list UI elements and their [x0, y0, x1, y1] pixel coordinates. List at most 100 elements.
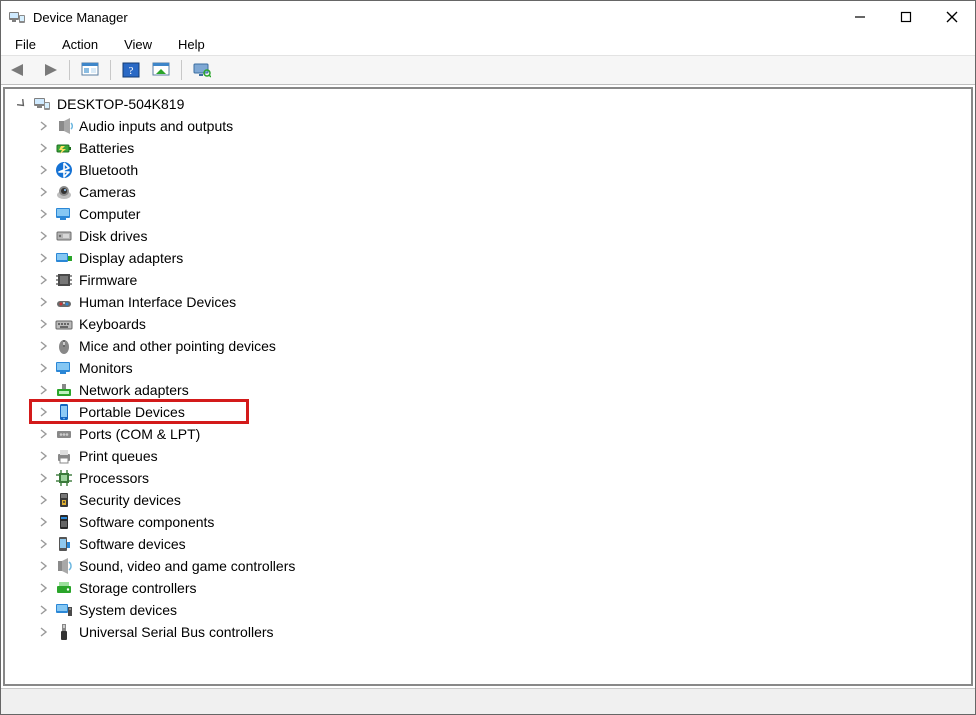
- expander-icon[interactable]: [37, 449, 51, 463]
- toolbar-back-button[interactable]: [5, 58, 33, 82]
- tree-node[interactable]: Software devices: [9, 533, 971, 555]
- tree-node[interactable]: Universal Serial Bus controllers: [9, 621, 971, 643]
- sound-icon: [55, 557, 73, 575]
- toolbar-showhide-button[interactable]: [76, 58, 104, 82]
- toolbar-monitor-button[interactable]: [188, 58, 216, 82]
- menu-view[interactable]: View: [118, 35, 158, 54]
- tree-node[interactable]: Batteries: [9, 137, 971, 159]
- expander-icon[interactable]: [37, 493, 51, 507]
- expander-icon[interactable]: [37, 229, 51, 243]
- tree-root-node[interactable]: DESKTOP-504K819: [9, 93, 971, 115]
- expander-icon[interactable]: [15, 97, 29, 111]
- tree-node-label: Cameras: [79, 181, 136, 203]
- software-device-icon: [55, 535, 73, 553]
- printer-icon: [55, 447, 73, 465]
- tree-node-label: Mice and other pointing devices: [79, 335, 276, 357]
- software-component-icon: [55, 513, 73, 531]
- expander-icon[interactable]: [37, 559, 51, 573]
- menu-help[interactable]: Help: [172, 35, 211, 54]
- expander-icon[interactable]: [37, 163, 51, 177]
- security-icon: [55, 491, 73, 509]
- mouse-icon: [55, 337, 73, 355]
- tree-node[interactable]: Portable Devices: [9, 401, 971, 423]
- expander-icon[interactable]: [37, 339, 51, 353]
- display-adapter-icon: [55, 249, 73, 267]
- tree-node-label: Monitors: [79, 357, 133, 379]
- expander-icon[interactable]: [37, 405, 51, 419]
- expander-icon[interactable]: [37, 207, 51, 221]
- expander-icon[interactable]: [37, 625, 51, 639]
- expander-icon[interactable]: [37, 141, 51, 155]
- device-tree: DESKTOP-504K819 Audio inputs and outputs…: [5, 89, 971, 647]
- tree-node[interactable]: Print queues: [9, 445, 971, 467]
- tree-node[interactable]: Security devices: [9, 489, 971, 511]
- tree-node-label: Security devices: [79, 489, 181, 511]
- toolbar: ?: [1, 55, 975, 85]
- tree-node[interactable]: Processors: [9, 467, 971, 489]
- expander-icon[interactable]: [37, 317, 51, 331]
- tree-node[interactable]: Ports (COM & LPT): [9, 423, 971, 445]
- tree-node[interactable]: Computer: [9, 203, 971, 225]
- tree-node[interactable]: Monitors: [9, 357, 971, 379]
- tree-node[interactable]: Audio inputs and outputs: [9, 115, 971, 137]
- tree-node-label: Sound, video and game controllers: [79, 555, 295, 577]
- title-bar: Device Manager: [1, 1, 975, 33]
- tree-node-label: Display adapters: [79, 247, 183, 269]
- maximize-button[interactable]: [883, 1, 929, 33]
- tree-node[interactable]: Bluetooth: [9, 159, 971, 181]
- usb-icon: [55, 623, 73, 641]
- tree-node[interactable]: Human Interface Devices: [9, 291, 971, 313]
- expander-icon[interactable]: [37, 603, 51, 617]
- monitor-icon: [55, 205, 73, 223]
- tree-node-label: Firmware: [79, 269, 137, 291]
- expander-icon[interactable]: [37, 185, 51, 199]
- tree-node[interactable]: Sound, video and game controllers: [9, 555, 971, 577]
- close-button[interactable]: [929, 1, 975, 33]
- expander-icon[interactable]: [37, 427, 51, 441]
- toolbar-help-button[interactable]: ?: [117, 58, 145, 82]
- device-tree-panel[interactable]: DESKTOP-504K819 Audio inputs and outputs…: [3, 87, 973, 686]
- tree-node-label: Portable Devices: [79, 401, 185, 423]
- expander-icon[interactable]: [37, 581, 51, 595]
- tree-node-label: Print queues: [79, 445, 158, 467]
- tree-root-label: DESKTOP-504K819: [57, 93, 184, 115]
- expander-icon[interactable]: [37, 383, 51, 397]
- expander-icon[interactable]: [37, 119, 51, 133]
- tree-node-label: Human Interface Devices: [79, 291, 236, 313]
- menu-file[interactable]: File: [9, 35, 42, 54]
- toolbar-scan-button[interactable]: [147, 58, 175, 82]
- toolbar-forward-button[interactable]: [35, 58, 63, 82]
- tree-node-label: Batteries: [79, 137, 134, 159]
- expander-icon[interactable]: [37, 515, 51, 529]
- tree-node[interactable]: Mice and other pointing devices: [9, 335, 971, 357]
- tree-node-label: Bluetooth: [79, 159, 138, 181]
- tree-node[interactable]: Display adapters: [9, 247, 971, 269]
- tree-node[interactable]: System devices: [9, 599, 971, 621]
- tree-node[interactable]: Storage controllers: [9, 577, 971, 599]
- disk-icon: [55, 227, 73, 245]
- firmware-icon: [55, 271, 73, 289]
- storage-controller-icon: [55, 579, 73, 597]
- tree-node[interactable]: Network adapters: [9, 379, 971, 401]
- expander-icon[interactable]: [37, 471, 51, 485]
- tree-node[interactable]: Firmware: [9, 269, 971, 291]
- app-icon: [9, 9, 25, 25]
- expander-icon[interactable]: [37, 295, 51, 309]
- expander-icon[interactable]: [37, 273, 51, 287]
- keyboard-icon: [55, 315, 73, 333]
- tree-node[interactable]: Keyboards: [9, 313, 971, 335]
- tree-node-label: Storage controllers: [79, 577, 197, 599]
- tree-node-label: Software components: [79, 511, 214, 533]
- expander-icon[interactable]: [37, 251, 51, 265]
- speaker-icon: [55, 117, 73, 135]
- svg-text:?: ?: [129, 65, 134, 77]
- expander-icon[interactable]: [37, 537, 51, 551]
- expander-icon[interactable]: [37, 361, 51, 375]
- tree-node[interactable]: Cameras: [9, 181, 971, 203]
- tree-node[interactable]: Software components: [9, 511, 971, 533]
- battery-icon: [55, 139, 73, 157]
- minimize-button[interactable]: [837, 1, 883, 33]
- tree-node-label: Audio inputs and outputs: [79, 115, 233, 137]
- menu-action[interactable]: Action: [56, 35, 104, 54]
- tree-node[interactable]: Disk drives: [9, 225, 971, 247]
